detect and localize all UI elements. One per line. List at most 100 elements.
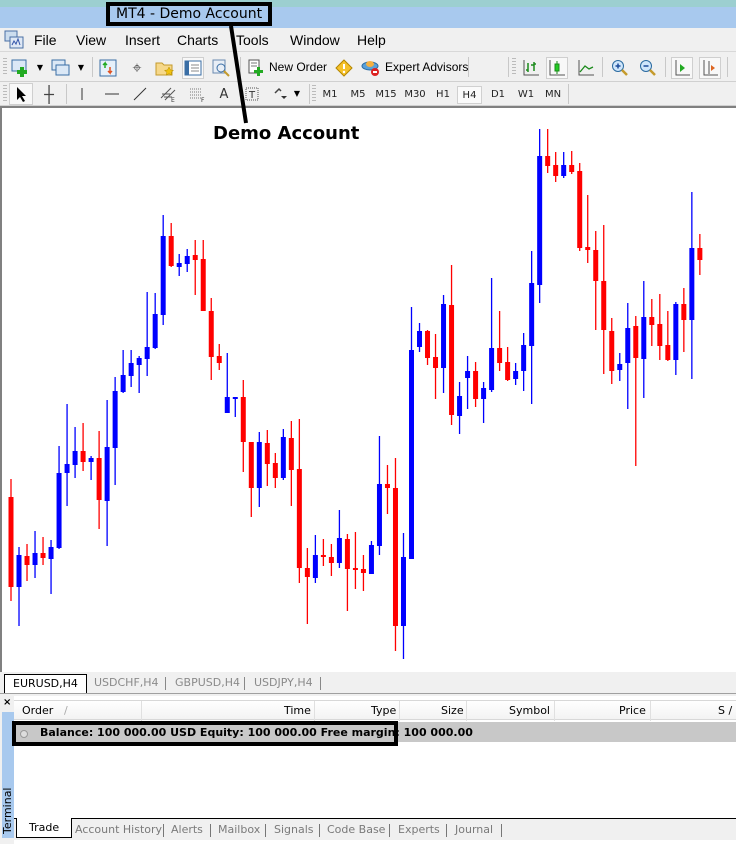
column-divider[interactable] xyxy=(399,701,400,721)
timeframe-m30[interactable]: M30 xyxy=(401,86,429,104)
chart-shift-icon[interactable] xyxy=(699,57,721,79)
menu-file[interactable]: File xyxy=(34,32,57,48)
col-sl[interactable]: S / xyxy=(718,704,732,717)
horizontal-line-icon[interactable] xyxy=(102,84,122,104)
timeframe-m15[interactable]: M15 xyxy=(372,86,400,104)
candlestick-chart[interactable] xyxy=(2,108,736,672)
navigator-folder-icon[interactable] xyxy=(154,58,176,78)
strategy-tester-icon[interactable] xyxy=(210,58,232,78)
column-divider[interactable] xyxy=(466,701,467,721)
text-label-icon[interactable]: T xyxy=(241,84,263,104)
tab-code-base[interactable]: Code Base xyxy=(327,822,385,838)
profiles-dropdown-icon[interactable]: ▼ xyxy=(76,62,86,72)
tab-journal[interactable]: Journal xyxy=(455,822,493,838)
candle xyxy=(489,278,495,392)
new-chart-icon[interactable] xyxy=(10,58,32,78)
menu-window[interactable]: Window xyxy=(290,32,340,48)
col-symbol[interactable]: Symbol xyxy=(509,704,550,717)
separator xyxy=(568,84,569,104)
column-divider[interactable] xyxy=(314,701,315,721)
col-price[interactable]: Price xyxy=(619,704,646,717)
candle xyxy=(208,298,214,380)
candle xyxy=(521,333,527,391)
candlestick-chart-icon[interactable] xyxy=(546,57,568,79)
terminal-close-icon[interactable]: × xyxy=(3,697,11,708)
new-chart-dropdown-icon[interactable]: ▼ xyxy=(35,62,45,72)
menu-help[interactable]: Help xyxy=(357,32,386,48)
candle-body-bullish xyxy=(160,236,166,315)
equidistant-channel-icon[interactable]: E xyxy=(157,84,179,104)
toolbar-grip[interactable] xyxy=(3,58,7,76)
arrows-icon[interactable] xyxy=(270,84,290,104)
col-time[interactable]: Time xyxy=(284,704,311,717)
trade-table-header: Order / Time Type Size Symbol Price S / xyxy=(14,700,736,721)
candle-body-bearish xyxy=(657,324,663,346)
menu-charts[interactable]: Charts xyxy=(177,32,218,48)
candle-body-bullish xyxy=(336,538,342,563)
menu-insert[interactable]: Insert xyxy=(125,32,160,48)
candle-body-bearish xyxy=(304,568,310,577)
col-order[interactable]: Order xyxy=(22,704,53,717)
column-divider[interactable] xyxy=(141,701,142,721)
candle-body-bearish xyxy=(360,569,366,573)
toolbar-grip[interactable] xyxy=(312,85,316,103)
arrows-dropdown-icon[interactable]: ▼ xyxy=(292,88,302,98)
col-size[interactable]: Size xyxy=(441,704,464,717)
market-watch-icon[interactable] xyxy=(98,58,118,78)
timeframe-h4[interactable]: H4 xyxy=(457,86,482,104)
bar-chart-icon[interactable] xyxy=(521,58,541,78)
trendline-icon[interactable] xyxy=(130,84,150,104)
col-type[interactable]: Type xyxy=(371,704,396,717)
column-divider[interactable] xyxy=(554,701,555,721)
expert-advisors-icon[interactable] xyxy=(361,58,381,78)
separator xyxy=(165,677,166,690)
line-chart-icon[interactable] xyxy=(576,58,596,78)
tab-mailbox[interactable]: Mailbox xyxy=(218,822,260,838)
new-order-icon[interactable] xyxy=(246,58,266,78)
zoom-in-icon[interactable] xyxy=(610,58,630,78)
standard-toolbar: ▼ ▼ ⌖ New Order Expert Advisors xyxy=(0,53,736,82)
cursor-arrow-icon[interactable] xyxy=(9,83,33,105)
timeframe-m1[interactable]: M1 xyxy=(318,86,342,104)
text-tool-icon[interactable]: A xyxy=(215,84,233,104)
tab-trade[interactable]: Trade xyxy=(16,818,73,838)
candle-body-bullish xyxy=(409,350,414,559)
chart-tab-usdchf[interactable]: USDCHF,H4 xyxy=(86,674,167,693)
mt4-app-icon[interactable] xyxy=(4,30,24,50)
terminal-toggle-icon[interactable] xyxy=(182,57,204,79)
tab-alerts[interactable]: Alerts xyxy=(171,822,203,838)
menu-view[interactable]: View xyxy=(76,32,106,48)
chart-tab-eurusd[interactable]: EURUSD,H4 xyxy=(4,674,87,693)
chart-tab-gbpusd[interactable]: GBPUSD,H4 xyxy=(167,674,248,693)
chart-tab-usdjpy[interactable]: USDJPY,H4 xyxy=(246,674,321,693)
tab-account-history[interactable]: Account History xyxy=(75,822,162,838)
vertical-line-icon[interactable] xyxy=(72,84,92,104)
zoom-out-icon[interactable] xyxy=(638,58,658,78)
candle-body-bearish xyxy=(665,345,671,360)
candle-body-bullish xyxy=(617,364,623,370)
timeframe-d1[interactable]: D1 xyxy=(486,86,510,104)
profiles-icon[interactable] xyxy=(50,58,72,78)
timeframe-mn[interactable]: MN xyxy=(540,86,566,104)
tab-experts[interactable]: Experts xyxy=(398,822,440,838)
crosshair-navigator-icon[interactable]: ⌖ xyxy=(127,58,147,78)
auto-scroll-icon[interactable] xyxy=(671,57,693,79)
timeframe-m5[interactable]: M5 xyxy=(346,86,370,104)
candle-body-bullish xyxy=(120,375,126,392)
terminal-panel: × Terminal Order / Time Type Size Symbol… xyxy=(0,696,736,844)
fibonacci-retracement-icon[interactable]: F xyxy=(186,84,208,104)
menu-tools[interactable]: Tools xyxy=(236,32,269,48)
candle-body-bullish xyxy=(641,317,647,359)
tab-signals[interactable]: Signals xyxy=(274,822,314,838)
expert-advisors-button[interactable]: Expert Advisors xyxy=(385,60,468,74)
toolbar-grip[interactable] xyxy=(512,58,516,76)
crosshair-icon[interactable]: ┼ xyxy=(38,84,60,104)
candle-body-bearish xyxy=(96,458,102,500)
column-divider[interactable] xyxy=(650,701,651,721)
new-order-button[interactable]: New Order xyxy=(269,60,327,74)
price-chart[interactable] xyxy=(0,106,736,672)
timeframe-w1[interactable]: W1 xyxy=(514,86,538,104)
warning-diamond-icon[interactable] xyxy=(334,58,354,78)
timeframe-h1[interactable]: H1 xyxy=(431,86,455,104)
toolbar-grip[interactable] xyxy=(3,85,7,103)
